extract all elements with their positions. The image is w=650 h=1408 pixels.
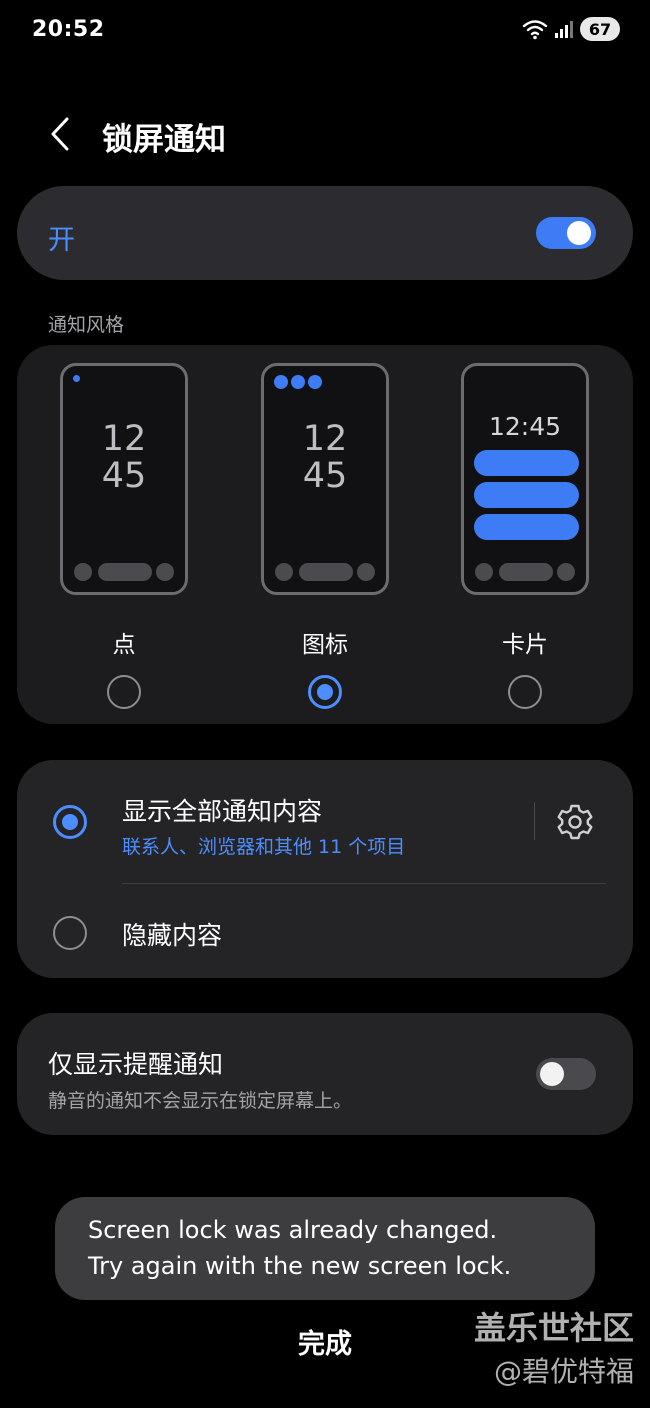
icon-style-preview[interactable]: 12 45 <box>261 363 389 595</box>
hide-content-title: 隐藏内容 <box>122 921 223 950</box>
toast-line-2: Try again with the new screen lock. <box>88 1252 512 1280</box>
dot-style-preview[interactable]: 12 45 <box>60 363 188 595</box>
show-all-content-radio[interactable] <box>53 805 87 839</box>
style-radio-dot[interactable] <box>107 675 141 709</box>
style-radio-card[interactable] <box>508 675 542 709</box>
header: 锁屏通知 <box>0 100 650 170</box>
style-option-card[interactable]: 12:45 卡片 <box>459 363 591 718</box>
preview-dock <box>74 563 174 581</box>
style-radio-icon[interactable] <box>308 675 342 709</box>
watermark-author: @碧优特福 <box>493 1355 634 1388</box>
style-option-label: 图标 <box>302 632 348 658</box>
notification-card <box>474 482 579 508</box>
show-all-content-row[interactable]: 显示全部通知内容 联系人、浏览器和其他 11 个项目 <box>17 760 633 883</box>
preview-clock-minute: 45 <box>302 456 348 496</box>
reminder-only-subtitle: 静音的通知不会显示在锁定屏幕上。 <box>48 1090 353 1112</box>
hide-content-radio[interactable] <box>53 916 87 950</box>
status-bar: 20:52 67 <box>0 0 650 62</box>
notification-style-card: 12 45 点 12 45 图标 12:45 卡片 <box>17 345 633 724</box>
status-time: 20:52 <box>32 17 105 42</box>
preview-dock <box>475 563 575 581</box>
toggle-knob <box>567 221 591 245</box>
style-option-label: 卡片 <box>502 632 548 658</box>
toggle-knob <box>540 1062 564 1086</box>
preview-clock-minute: 45 <box>101 456 147 496</box>
card-style-preview[interactable]: 12:45 <box>461 363 589 595</box>
master-toggle-switch[interactable] <box>536 217 596 249</box>
style-option-dot[interactable]: 12 45 点 <box>58 363 190 718</box>
style-option-icon[interactable]: 12 45 图标 <box>259 363 391 718</box>
notification-icon-dot <box>308 375 322 389</box>
status-icons: 67 <box>522 17 620 41</box>
reminder-only-card[interactable]: 仅显示提醒通知 静音的通知不会显示在锁定屏幕上。 <box>17 1013 633 1135</box>
preview-clock-hour: 12 <box>302 419 348 459</box>
vertical-divider <box>534 802 535 840</box>
preview-dock <box>275 563 375 581</box>
show-all-content-title: 显示全部通知内容 <box>122 797 323 826</box>
wifi-icon <box>522 20 548 40</box>
content-visibility-card: 显示全部通知内容 联系人、浏览器和其他 11 个项目 隐藏内容 <box>17 760 633 978</box>
done-button[interactable]: 完成 <box>255 1322 395 1372</box>
notification-card <box>474 450 579 476</box>
watermark-title: 盖乐世社区 <box>473 1309 634 1347</box>
signal-icon <box>555 21 573 38</box>
toast-line-1: Screen lock was already changed. <box>88 1216 498 1244</box>
notification-card <box>474 514 579 540</box>
gear-icon <box>557 804 593 840</box>
master-toggle-card[interactable]: 开 <box>17 186 633 280</box>
notification-style-section-label: 通知风格 <box>48 314 125 336</box>
reminder-only-title: 仅显示提醒通知 <box>48 1050 224 1079</box>
page-title: 锁屏通知 <box>102 122 226 158</box>
show-all-content-subtitle[interactable]: 联系人、浏览器和其他 11 个项目 <box>122 832 405 859</box>
content-settings-button[interactable] <box>555 802 595 842</box>
preview-clock: 12:45 <box>488 412 562 441</box>
notification-dot <box>73 375 80 382</box>
toast-message: Screen lock was already changed. Try aga… <box>55 1197 595 1300</box>
chevron-left-icon <box>51 117 69 151</box>
preview-clock-hour: 12 <box>101 419 147 459</box>
notification-icon-dot <box>291 375 305 389</box>
battery-indicator: 67 <box>580 17 620 41</box>
notification-icon-dot <box>274 375 288 389</box>
master-toggle-label: 开 <box>48 225 75 256</box>
reminder-only-toggle[interactable] <box>536 1058 596 1090</box>
hide-content-row[interactable]: 隐藏内容 <box>17 884 633 978</box>
back-button[interactable] <box>40 112 80 156</box>
style-option-label: 点 <box>112 632 136 658</box>
